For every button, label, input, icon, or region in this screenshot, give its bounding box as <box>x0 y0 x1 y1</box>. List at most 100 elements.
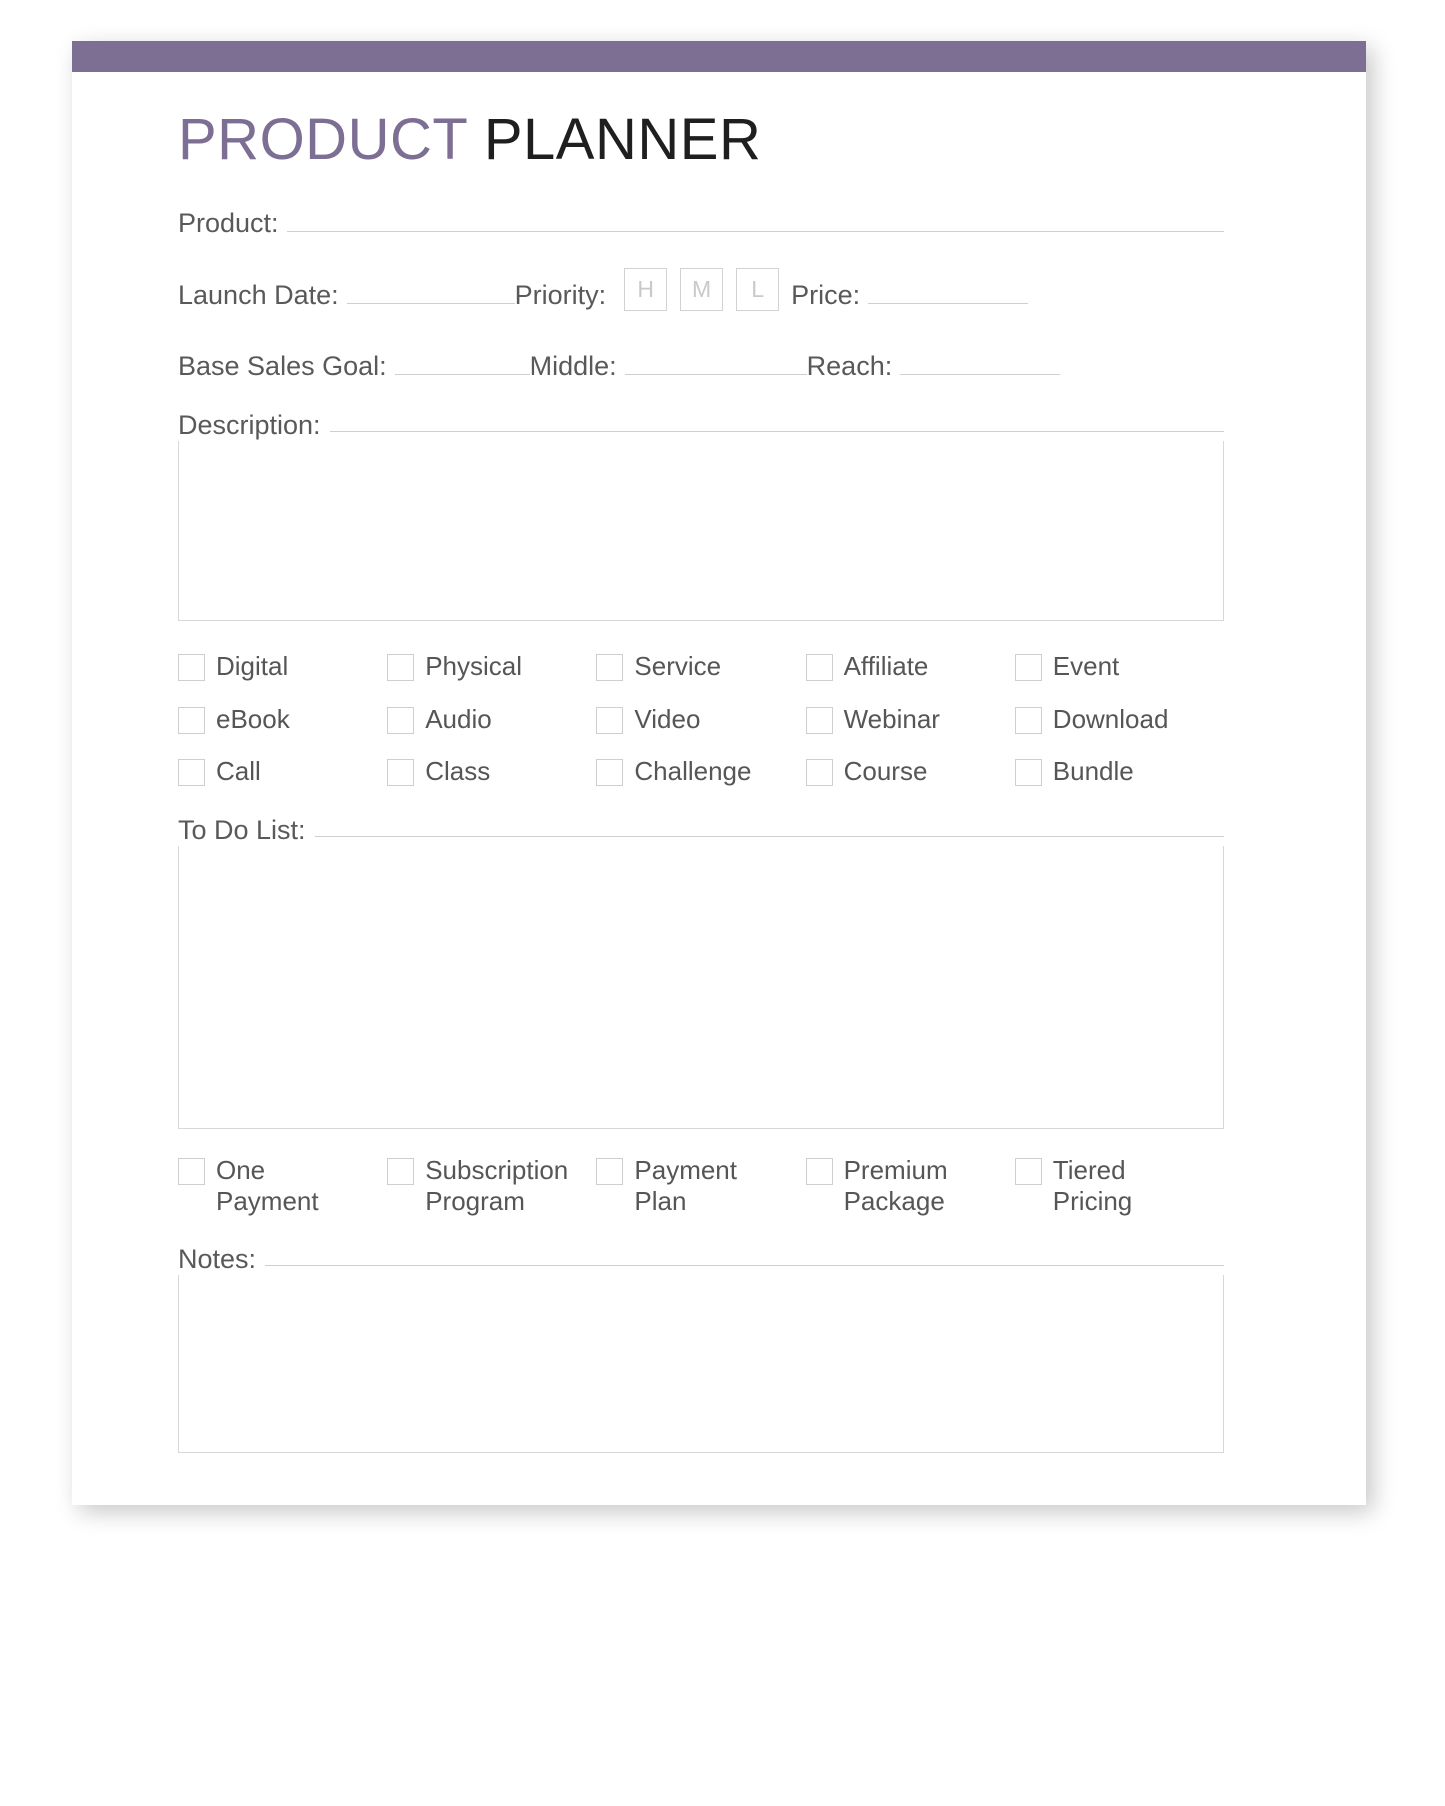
checkbox-icon[interactable] <box>805 654 833 681</box>
todo-header: To Do List: <box>178 817 1224 846</box>
middle-input-line[interactable] <box>624 374 807 375</box>
header-accent-bar <box>72 41 1366 72</box>
checkbox-item-service[interactable]: Service <box>596 651 805 682</box>
launch-date-input-line[interactable] <box>346 303 515 304</box>
checkbox-label: eBook <box>216 703 290 734</box>
checkbox-item-digital[interactable]: Digital <box>178 651 387 682</box>
checkbox-label: Class <box>425 756 491 787</box>
checkbox-icon[interactable] <box>387 1158 415 1186</box>
payment-option-checkbox-grid: One Payment Subscription Program Payment… <box>178 1155 1224 1216</box>
page-title-plain: PLANNER <box>483 107 762 172</box>
checkbox-icon[interactable] <box>596 706 624 734</box>
checkbox-item-class[interactable]: Class <box>387 756 596 787</box>
middle-label: Middle: <box>529 351 617 381</box>
checkbox-icon[interactable] <box>596 654 624 681</box>
checkbox-item-one-payment[interactable]: One Payment <box>178 1155 387 1216</box>
description-textarea[interactable] <box>178 441 1224 621</box>
product-label: Product: <box>178 208 279 238</box>
checkbox-item-download[interactable]: Download <box>1014 703 1224 735</box>
checkbox-label: Video <box>634 703 701 734</box>
checkbox-icon[interactable] <box>805 759 833 787</box>
checkbox-icon[interactable] <box>178 759 205 787</box>
checkbox-icon[interactable] <box>387 706 415 734</box>
notes-textarea[interactable] <box>178 1275 1224 1454</box>
checkbox-label: Bundle <box>1052 756 1134 787</box>
checkbox-item-video[interactable]: Video <box>596 704 805 735</box>
launch-date-label: Launch Date: <box>178 280 339 310</box>
checkbox-icon[interactable] <box>1014 759 1042 787</box>
checkbox-label: Digital <box>216 651 289 681</box>
checkbox-icon[interactable] <box>178 654 205 681</box>
todo-section: To Do List: <box>178 817 1224 1130</box>
product-type-checkbox-grid: Digital Physical Service Affiliate Event… <box>178 651 1224 787</box>
checkbox-item-subscription-program[interactable]: Subscription Program <box>387 1155 596 1216</box>
checkbox-icon[interactable] <box>387 759 415 787</box>
description-section: Description: <box>178 412 1224 621</box>
checkbox-label: One Payment <box>216 1155 319 1216</box>
checkbox-item-call[interactable]: Call <box>178 756 387 787</box>
planner-sheet: PRODUCT PLANNER Product: Launch Date: Pr… <box>72 41 1366 1505</box>
description-label: Description: <box>178 410 321 440</box>
checkbox-label: Download <box>1052 703 1169 734</box>
priority-label: Priority: <box>514 280 607 310</box>
checkbox-label: Tiered Pricing <box>1052 1155 1133 1216</box>
checkbox-item-payment-plan[interactable]: Payment Plan <box>596 1155 805 1216</box>
checkbox-item-course[interactable]: Course <box>805 756 1015 787</box>
reach-input-line[interactable] <box>900 374 1061 375</box>
checkbox-item-webinar[interactable]: Webinar <box>805 703 1015 735</box>
checkbox-icon[interactable] <box>178 1158 205 1186</box>
price-label: Price: <box>791 280 861 310</box>
content-column: PRODUCT PLANNER Product: Launch Date: Pr… <box>178 72 1224 1454</box>
priority-option-high[interactable]: H <box>624 268 668 311</box>
field-row-product: Product: <box>178 208 1224 239</box>
product-input-line[interactable] <box>286 231 1224 232</box>
base-sales-goal-label: Base Sales Goal: <box>178 351 387 381</box>
checkbox-label: Service <box>634 651 722 681</box>
checkbox-item-audio[interactable]: Audio <box>387 704 596 735</box>
notes-header: Notes: <box>178 1246 1224 1275</box>
sheet-body: PRODUCT PLANNER Product: Launch Date: Pr… <box>72 72 1366 1505</box>
checkbox-label: Webinar <box>843 703 940 734</box>
checkbox-item-event[interactable]: Event <box>1014 651 1224 682</box>
checkbox-label: Challenge <box>634 756 752 787</box>
checkbox-icon[interactable] <box>1014 654 1042 681</box>
checkbox-icon[interactable] <box>387 654 415 681</box>
checkbox-item-bundle[interactable]: Bundle <box>1014 756 1224 787</box>
field-row-sales-goals: Base Sales Goal: Middle: Reach: <box>178 351 1224 382</box>
notes-top-rule <box>265 1265 1224 1267</box>
base-sales-goal-input-line[interactable] <box>394 374 530 375</box>
checkbox-icon[interactable] <box>1014 706 1042 734</box>
notes-section: Notes: <box>178 1246 1224 1454</box>
checkbox-label: Payment Plan <box>634 1155 737 1216</box>
checkbox-item-ebook[interactable]: eBook <box>178 704 387 735</box>
checkbox-label: Premium Package <box>843 1155 948 1216</box>
checkbox-label: Physical <box>425 651 523 681</box>
checkbox-item-challenge[interactable]: Challenge <box>596 756 805 787</box>
checkbox-label: Course <box>843 756 928 787</box>
todo-top-rule <box>314 836 1224 838</box>
description-header: Description: <box>178 412 1224 441</box>
reach-label: Reach: <box>806 351 893 381</box>
checkbox-item-physical[interactable]: Physical <box>387 651 596 682</box>
checkbox-icon[interactable] <box>596 759 624 787</box>
priority-option-medium[interactable]: M <box>680 268 724 311</box>
page-canvas: PRODUCT PLANNER Product: Launch Date: Pr… <box>0 0 1445 1806</box>
checkbox-icon[interactable] <box>805 706 833 734</box>
price-input-line[interactable] <box>868 303 1029 304</box>
checkbox-label: Call <box>216 756 261 787</box>
checkbox-icon[interactable] <box>805 1158 833 1186</box>
checkbox-icon[interactable] <box>1014 1158 1042 1186</box>
page-title: PRODUCT PLANNER <box>178 111 1224 169</box>
checkbox-item-premium-package[interactable]: Premium Package <box>805 1155 1015 1216</box>
checkbox-item-affiliate[interactable]: Affiliate <box>805 651 1015 682</box>
checkbox-label: Subscription Program <box>425 1155 569 1216</box>
checkbox-label: Audio <box>425 703 492 734</box>
todo-textarea[interactable] <box>178 846 1224 1130</box>
description-top-rule <box>329 431 1224 432</box>
checkbox-icon[interactable] <box>178 706 205 734</box>
checkbox-label: Event <box>1052 651 1120 681</box>
priority-option-low[interactable]: L <box>736 268 780 311</box>
checkbox-item-tiered-pricing[interactable]: Tiered Pricing <box>1014 1155 1224 1216</box>
notes-label: Notes: <box>178 1244 257 1275</box>
checkbox-icon[interactable] <box>596 1158 624 1186</box>
